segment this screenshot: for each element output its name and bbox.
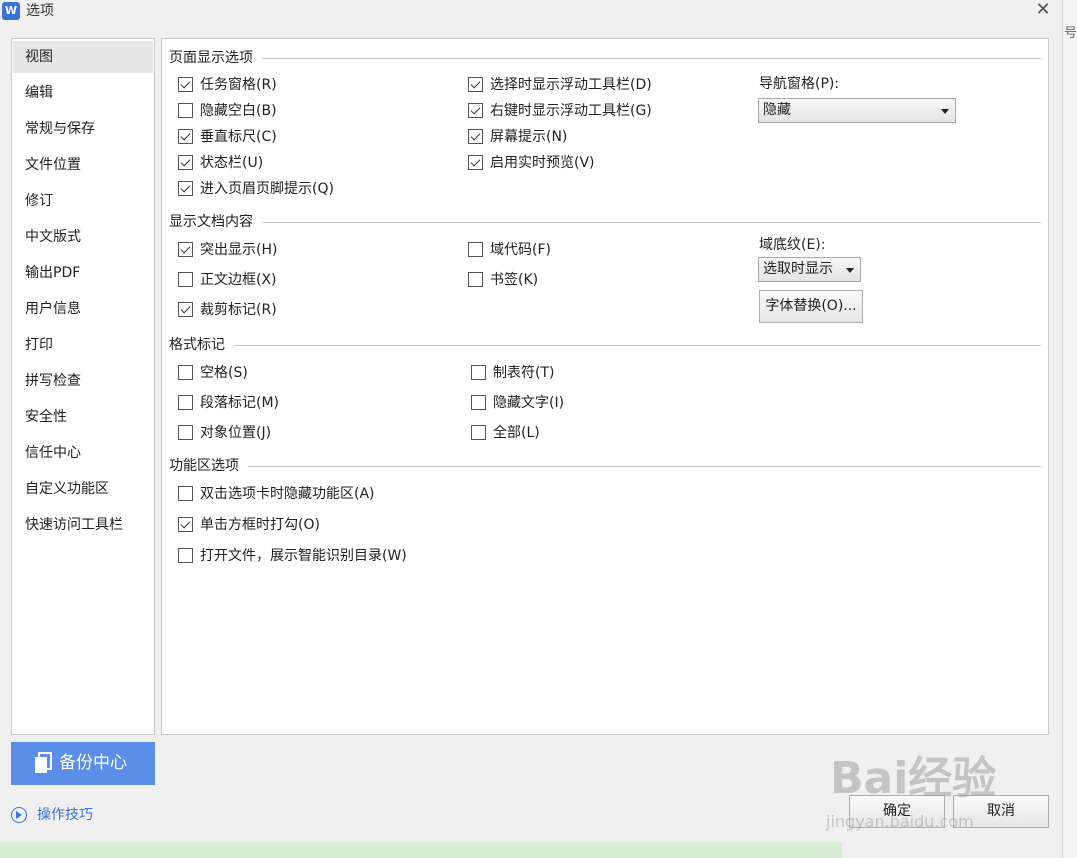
checkbox-checked[interactable] — [468, 129, 483, 144]
option-label: 屏幕提示(N) — [490, 129, 568, 145]
play-circle-icon — [11, 807, 27, 823]
backup-center-button[interactable]: 备份中心 — [11, 742, 155, 785]
option-label: 段落标记(M) — [200, 395, 280, 411]
font-substitution-button[interactable]: 字体替换(O)... — [759, 290, 863, 323]
nav-pane-value: 隐藏 — [763, 102, 791, 118]
checkbox-checked[interactable] — [468, 155, 483, 170]
checkbox-unchecked[interactable] — [471, 425, 486, 440]
tips-label: 操作技巧 — [37, 807, 93, 823]
checkbox-unchecked[interactable] — [178, 548, 193, 563]
option-label: 状态栏(U) — [200, 155, 264, 171]
sidebar-item-user-info[interactable]: 用户信息 — [13, 293, 153, 325]
option-label: 启用实时预览(V) — [490, 155, 595, 171]
sidebar-item-general-save[interactable]: 常规与保存 — [13, 113, 153, 145]
field-shading-label: 域底纹(E): — [759, 237, 826, 253]
option-label: 双击选项卡时隐藏功能区(A) — [200, 486, 375, 502]
title-bar — [0, 0, 1077, 24]
nav-pane-dropdown[interactable]: 隐藏 — [758, 98, 956, 123]
option-label: 任务窗格(R) — [200, 77, 277, 93]
background-window-text: 号 — [1064, 26, 1077, 41]
section-divider — [262, 222, 1041, 223]
checkbox-unchecked[interactable] — [178, 425, 193, 440]
section-divider — [234, 345, 1041, 346]
option-label: 空格(S) — [200, 365, 248, 381]
field-shading-value: 选取时显示 — [763, 261, 833, 277]
checkbox-unchecked[interactable] — [178, 486, 193, 501]
checkbox-unchecked[interactable] — [468, 242, 483, 257]
option-label: 裁剪标记(R) — [200, 302, 277, 318]
section-title-doc-content: 显示文档内容 — [169, 214, 253, 230]
nav-pane-label: 导航窗格(P): — [759, 76, 840, 92]
checkbox-checked[interactable] — [178, 155, 193, 170]
option-label: 隐藏文字(I) — [493, 395, 565, 411]
checkbox-checked[interactable] — [468, 77, 483, 92]
section-divider — [262, 58, 1041, 59]
checkbox-unchecked[interactable] — [178, 365, 193, 380]
option-label: 右键时显示浮动工具栏(G) — [490, 103, 652, 119]
chevron-down-icon — [941, 109, 949, 114]
checkbox-checked[interactable] — [468, 103, 483, 118]
options-main-panel: 页面显示选项 任务窗格(R) 隐藏空白(B) 垂直标尺(C) 状态栏(U) 进入… — [161, 38, 1049, 735]
checkbox-unchecked[interactable] — [178, 395, 193, 410]
checkbox-unchecked[interactable] — [471, 395, 486, 410]
option-label: 隐藏空白(B) — [200, 103, 277, 119]
sidebar-item-chinese-layout[interactable]: 中文版式 — [13, 221, 153, 253]
option-label: 域代码(F) — [490, 242, 551, 258]
section-title-page-display: 页面显示选项 — [169, 50, 253, 66]
sidebar-item-security[interactable]: 安全性 — [13, 401, 153, 433]
field-shading-dropdown[interactable]: 选取时显示 — [758, 257, 861, 282]
section-title-ribbon: 功能区选项 — [169, 458, 239, 474]
checkbox-checked[interactable] — [178, 302, 193, 317]
background-window-edge — [1062, 0, 1077, 858]
backup-center-label: 备份中心 — [59, 753, 127, 773]
sidebar-item-view[interactable]: 视图 — [13, 41, 153, 73]
sidebar-item-spellcheck[interactable]: 拼写检查 — [13, 365, 153, 397]
option-label: 打开文件，展示智能识别目录(W) — [200, 548, 407, 564]
background-window-strip — [0, 842, 842, 858]
window-title: 选项 — [26, 3, 54, 19]
option-label: 进入页眉页脚提示(Q) — [200, 181, 334, 197]
checkbox-unchecked[interactable] — [178, 103, 193, 118]
sidebar-item-quick-access-toolbar[interactable]: 快速访问工具栏 — [13, 509, 153, 541]
sidebar-item-edit[interactable]: 编辑 — [13, 77, 153, 109]
checkbox-unchecked[interactable] — [468, 272, 483, 287]
option-label: 正文边框(X) — [200, 272, 277, 288]
checkbox-checked[interactable] — [178, 129, 193, 144]
option-label: 全部(L) — [493, 425, 540, 441]
baidu-watermark: Bai经验 — [830, 753, 997, 804]
option-label: 书签(K) — [490, 272, 539, 288]
sidebar-item-print[interactable]: 打印 — [13, 329, 153, 361]
sidebar-item-export-pdf[interactable]: 输出PDF — [13, 257, 153, 289]
backup-icon — [35, 752, 52, 773]
option-label: 选择时显示浮动工具栏(D) — [490, 77, 652, 93]
checkbox-checked[interactable] — [178, 517, 193, 532]
sidebar-item-revision[interactable]: 修订 — [13, 185, 153, 217]
wps-app-icon: W — [2, 2, 20, 20]
sidebar-item-file-location[interactable]: 文件位置 — [13, 149, 153, 181]
checkbox-unchecked[interactable] — [178, 272, 193, 287]
checkbox-checked[interactable] — [178, 242, 193, 257]
checkbox-unchecked[interactable] — [471, 365, 486, 380]
option-label: 垂直标尺(C) — [200, 129, 277, 145]
option-label: 制表符(T) — [493, 365, 555, 381]
section-divider — [248, 466, 1041, 467]
checkbox-checked[interactable] — [178, 77, 193, 92]
chevron-down-icon — [846, 268, 854, 273]
close-button[interactable]: ✕ — [1032, 0, 1054, 20]
option-label: 单击方框时打勾(O) — [200, 517, 320, 533]
options-sidebar: 视图 编辑 常规与保存 文件位置 修订 中文版式 输出PDF 用户信息 打印 拼… — [11, 38, 155, 735]
sidebar-item-trust-center[interactable]: 信任中心 — [13, 437, 153, 469]
sidebar-item-customize-ribbon[interactable]: 自定义功能区 — [13, 473, 153, 505]
option-label: 对象位置(J) — [200, 425, 272, 441]
checkbox-checked[interactable] — [178, 181, 193, 196]
option-label: 突出显示(H) — [200, 242, 278, 258]
section-title-format-marks: 格式标记 — [169, 337, 225, 353]
baidu-watermark-url: jingyan.baidu.com — [826, 812, 974, 831]
